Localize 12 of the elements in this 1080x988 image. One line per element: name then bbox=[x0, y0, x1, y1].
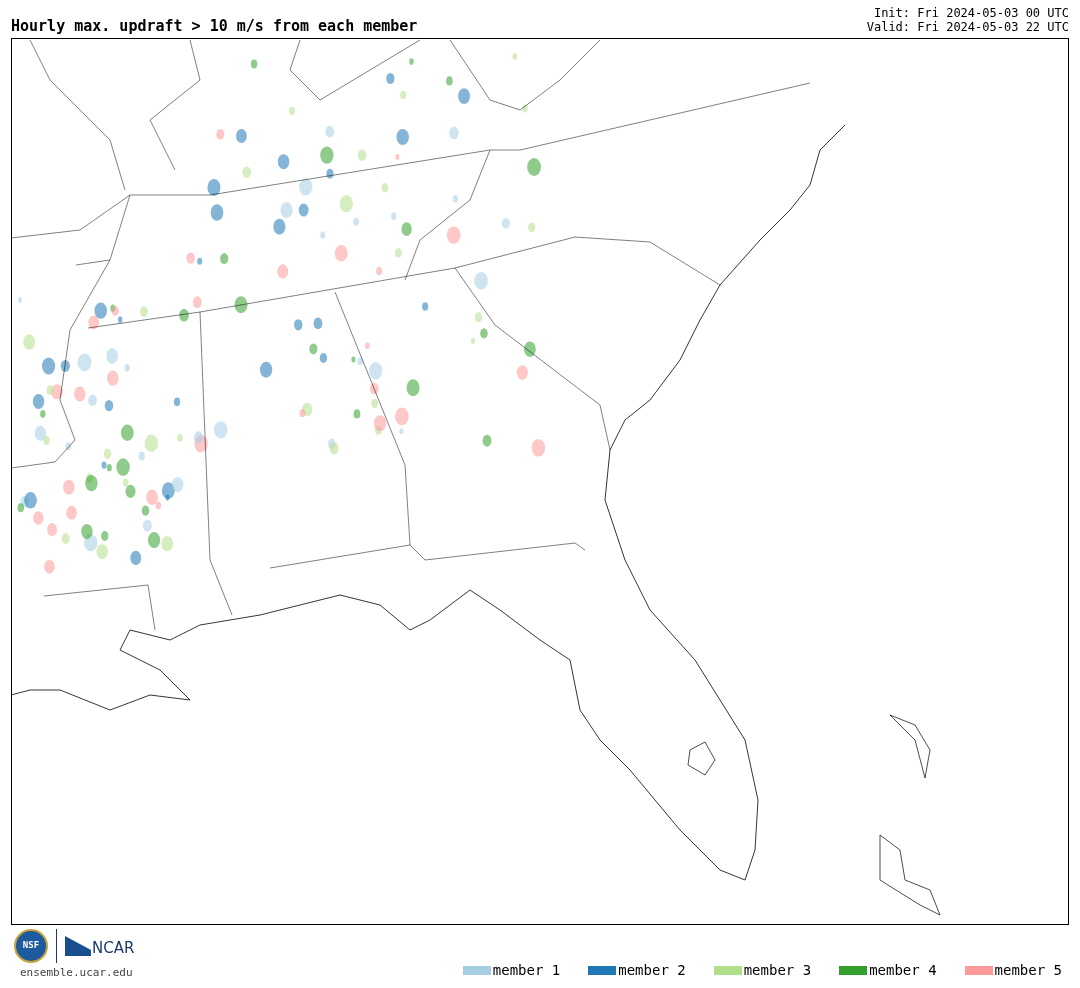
chart-title: Hourly max. updraft > 10 m/s from each member bbox=[11, 19, 418, 34]
nsf-logo: NSF bbox=[14, 929, 48, 963]
legend-label: member 1 bbox=[492, 961, 561, 980]
legend-label: member 4 bbox=[869, 961, 937, 980]
legend-label: member 3 bbox=[743, 961, 812, 980]
legend-label: member 5 bbox=[994, 961, 1062, 980]
valid-time: Valid: Fri 2024-05-03 22 UTC bbox=[866, 20, 1069, 34]
site-url: ensemble.ucar.edu bbox=[20, 965, 133, 981]
ncar-logo: NCAR bbox=[92, 941, 135, 956]
ncar-mark-icon bbox=[65, 936, 91, 956]
init-time: Init: Fri 2024-05-03 00 UTC bbox=[873, 6, 1069, 20]
legend-label: member 2 bbox=[618, 961, 686, 980]
